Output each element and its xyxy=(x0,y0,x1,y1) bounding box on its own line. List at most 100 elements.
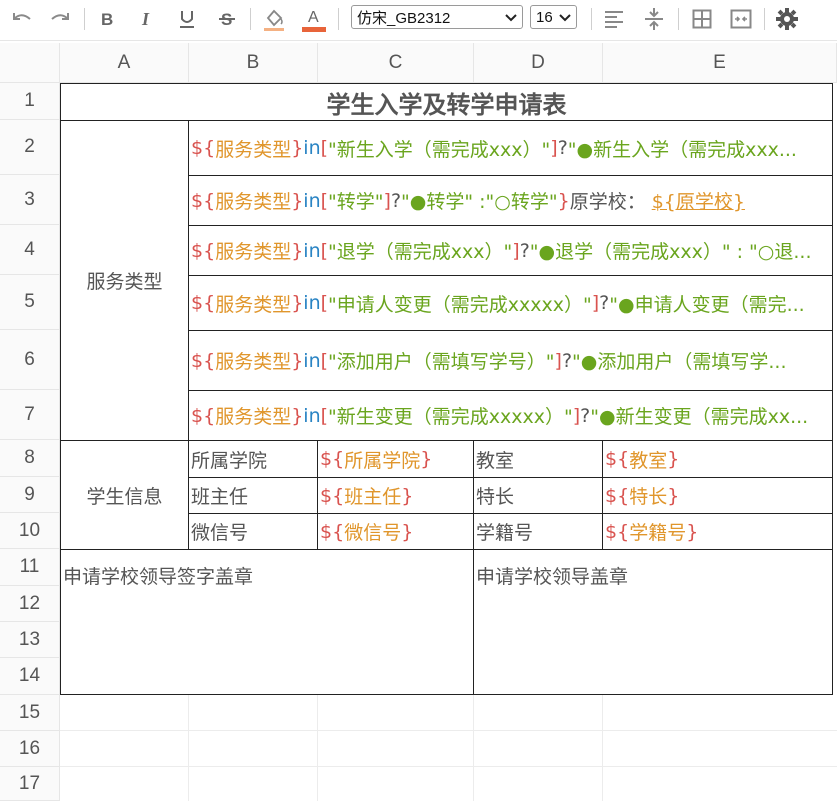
font-family-select[interactable]: 仿宋_GB2312 xyxy=(351,5,523,29)
borders-icon[interactable] xyxy=(688,6,716,32)
template-brace: } xyxy=(667,484,680,507)
column-header-a[interactable]: A xyxy=(60,43,189,83)
service-type-label-cell[interactable]: 服务类型 xyxy=(60,120,189,441)
gridline xyxy=(473,695,474,801)
font-size-select[interactable]: 16 xyxy=(530,5,577,29)
column-header-d[interactable]: D xyxy=(474,43,603,83)
strikethrough-icon[interactable]: S xyxy=(214,6,240,32)
template-bracket: ] xyxy=(383,189,391,212)
template-brace: ${ xyxy=(320,484,345,507)
student-info-label-cell[interactable]: 学生信息 xyxy=(60,440,189,550)
row-header-14[interactable]: 14 xyxy=(0,658,60,695)
template-option: "●新生入学（需完成xxx... xyxy=(567,138,797,161)
select-all-corner[interactable] xyxy=(0,43,60,83)
fill-color-icon[interactable] xyxy=(260,6,288,32)
template-option: "●添加用户（需填写学... xyxy=(572,351,787,373)
underline-icon[interactable] xyxy=(174,6,200,32)
original-school-label: 原学校： xyxy=(569,191,646,213)
student-info-label: 学生信息 xyxy=(86,485,163,508)
info-value-wechat[interactable]: ${微信号} xyxy=(317,513,474,550)
info-label-specialty[interactable]: 特长 xyxy=(473,477,603,514)
template-keyword: in xyxy=(303,292,321,314)
template-brace: } xyxy=(401,520,414,543)
column-header-c[interactable]: C xyxy=(318,43,474,83)
row-header-4[interactable]: 4 xyxy=(0,225,60,275)
template-bracket: [ xyxy=(320,349,329,372)
original-school-field[interactable]: ${原学校} xyxy=(652,187,745,214)
service-option-cell-newstudent-change[interactable]: ${服务类型} in ["新生变更（需完成xxxxx）"] ? "●新生变更（需… xyxy=(188,390,833,441)
template-field: 服务类型 xyxy=(215,241,292,263)
row-header-6[interactable]: 6 xyxy=(0,330,60,390)
template-keyword: in xyxy=(303,404,321,427)
row-header-10[interactable]: 10 xyxy=(0,513,60,549)
column-header-b[interactable]: B xyxy=(189,43,318,83)
gridline xyxy=(317,695,318,801)
info-value-college[interactable]: ${所属学院} xyxy=(317,440,474,478)
redo-icon[interactable] xyxy=(46,6,74,32)
info-value-head-teacher[interactable]: ${班主任} xyxy=(317,477,474,514)
row-header-1[interactable]: 1 xyxy=(0,83,60,120)
template-bracket: [ xyxy=(320,189,329,212)
font-family-value: 仿宋_GB2312 xyxy=(357,9,451,27)
row-header-15[interactable]: 15 xyxy=(0,695,60,731)
toolbar-separator xyxy=(84,8,85,30)
row-header-3[interactable]: 3 xyxy=(0,175,60,225)
row-header-12[interactable]: 12 xyxy=(0,586,60,622)
template-brace: ${ xyxy=(191,292,216,314)
column-header-e[interactable]: E xyxy=(603,43,837,83)
italic-icon[interactable]: I xyxy=(134,6,160,32)
leader-signature-cell[interactable]: 申请学校领导签字盖章 xyxy=(60,549,474,695)
merge-cells-icon[interactable] xyxy=(727,6,755,32)
info-value-specialty[interactable]: ${特长} xyxy=(602,477,833,514)
gridline xyxy=(60,730,837,731)
service-option-cell-applicant-change[interactable]: ${服务类型} in ["申请人变更（需完成xxxxx）"] ? "●申请人变更… xyxy=(188,275,833,331)
leader-seal-cell[interactable]: 申请学校领导盖章 xyxy=(473,549,833,695)
row-header-2[interactable]: 2 xyxy=(0,120,60,175)
svg-text:B: B xyxy=(101,10,113,28)
template-brace: ${ xyxy=(320,448,345,470)
info-label-classroom[interactable]: 教室 xyxy=(473,440,603,478)
settings-icon[interactable] xyxy=(773,6,801,32)
row-header-16[interactable]: 16 xyxy=(0,731,60,767)
row-header-11[interactable]: 11 xyxy=(0,549,60,586)
template-keyword: in xyxy=(303,349,321,372)
template-brace: } xyxy=(401,484,414,507)
template-string: "申请人变更（需完成xxxxx）" xyxy=(328,293,592,316)
vertical-align-icon[interactable] xyxy=(640,6,668,32)
row-header-13[interactable]: 13 xyxy=(0,622,60,658)
info-label-wechat[interactable]: 微信号 xyxy=(188,513,318,550)
info-value-classroom[interactable]: ${教室} xyxy=(602,440,833,478)
info-label-college[interactable]: 所属学院 xyxy=(188,440,318,478)
info-label-student-id[interactable]: 学籍号 xyxy=(473,513,603,550)
align-left-icon[interactable] xyxy=(600,6,628,32)
service-option-cell-withdraw[interactable]: ${服务类型} in ["退学（需完成xxx）"] ? "●退学（需完成xxx）… xyxy=(188,225,833,276)
template-bracket: [ xyxy=(320,404,329,427)
template-brace: ${ xyxy=(191,404,216,427)
info-label-head-teacher[interactable]: 班主任 xyxy=(188,477,318,514)
service-option-cell-transfer[interactable]: ${服务类型} in [ "转学"] ? "●转学" :"○转学"} 原学校： $… xyxy=(188,175,833,226)
service-option-cell-add-user[interactable]: ${服务类型} in ["添加用户（需填写学号）"] ? "●添加用户（需填写学… xyxy=(188,330,833,391)
form-title-cell[interactable]: 学生入学及转学申请表 xyxy=(60,83,833,121)
template-field: 服务类型 xyxy=(215,191,292,213)
template-brace: } xyxy=(686,520,699,543)
template-brace: } xyxy=(291,239,304,262)
toolbar-separator xyxy=(764,8,765,30)
template-brace: ${ xyxy=(191,349,216,372)
template-string: "添加用户（需填写学号）" xyxy=(328,351,555,373)
row-header-5[interactable]: 5 xyxy=(0,275,60,330)
template-keyword: in xyxy=(303,189,321,212)
form-title: 学生入学及转学申请表 xyxy=(326,90,567,119)
spreadsheet-grid: A B C D E 1 2 3 4 5 6 7 8 9 10 11 12 13 … xyxy=(0,43,837,801)
row-header-9[interactable]: 9 xyxy=(0,477,60,513)
info-value-student-id[interactable]: ${学籍号} xyxy=(602,513,833,550)
font-color-icon[interactable]: A xyxy=(300,6,328,32)
bold-icon[interactable]: B xyxy=(94,6,120,32)
template-brace: } xyxy=(420,448,433,470)
row-header-7[interactable]: 7 xyxy=(0,390,60,440)
row-header-17[interactable]: 17 xyxy=(0,767,60,801)
service-option-cell-newstudent[interactable]: ${服务类型} in ["新生入学（需完成xxx）"] ? "●新生入学（需完成… xyxy=(188,120,833,176)
row-header-8[interactable]: 8 xyxy=(0,440,60,477)
template-bracket: [ xyxy=(320,239,329,262)
info-label-text: 教室 xyxy=(476,449,515,472)
undo-icon[interactable] xyxy=(8,6,36,32)
